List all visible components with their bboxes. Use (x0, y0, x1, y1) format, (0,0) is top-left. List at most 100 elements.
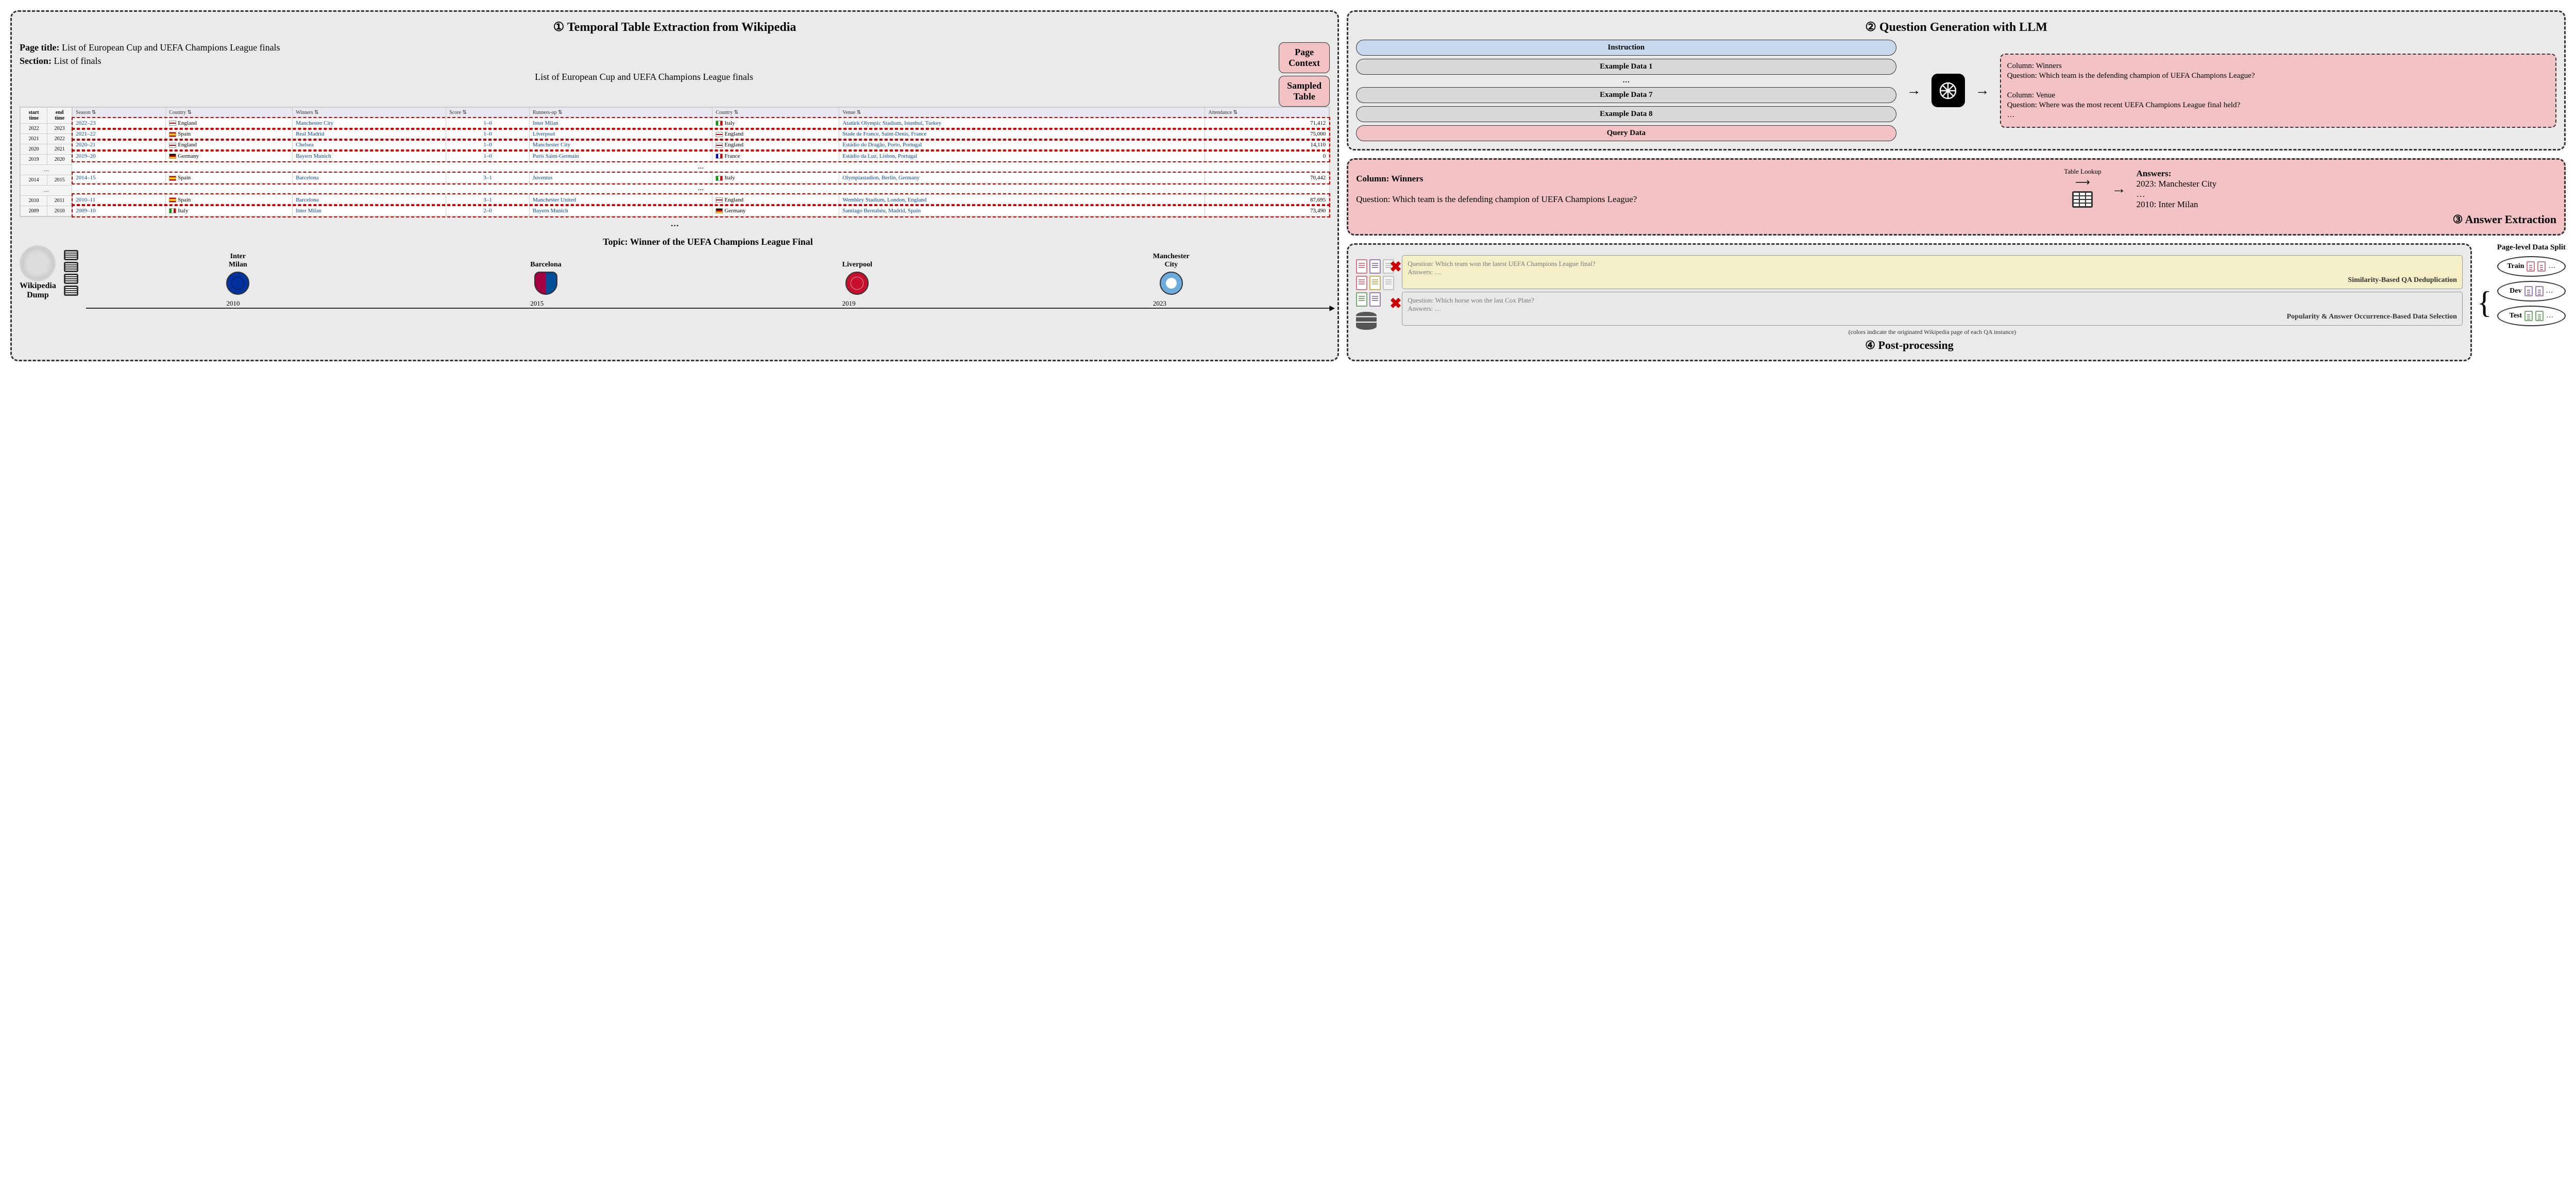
prompt-stack: Instruction Example Data 1 … Example Dat… (1356, 40, 1896, 141)
answer-2: 2010: Inter Milan (2137, 199, 2556, 210)
output-question-2: Question: Where was the most recent UEFA… (2007, 101, 2549, 110)
generation-output: Column: Winners Question: Which team is … (2000, 54, 2556, 128)
page-title-value: List of European Cup and UEFA Champions … (62, 42, 280, 53)
timeline-section: Topic: Winner of the UEFA Champions Leag… (86, 237, 1330, 309)
filter-1-answers: Answers: … (1408, 268, 1441, 276)
filter-section: ✖ Question: Which team won the latest UE… (1402, 253, 2463, 336)
x-icon: ✖ (1389, 258, 1401, 276)
wikipedia-globe-icon (20, 245, 56, 281)
ellipsis: … (2546, 312, 2553, 320)
document-icon (2524, 286, 2533, 296)
wiki-dump-label: Wikipedia Dump (20, 281, 56, 300)
document-icon (2537, 261, 2546, 272)
document-icon (1369, 259, 1381, 274)
panel-1-title: ① Temporal Table Extraction from Wikiped… (20, 20, 1330, 35)
x-icon: ✖ (1389, 295, 1401, 312)
timeline-item: Inter Milan2010 (226, 253, 249, 297)
output-column-1: Column: Winners (2007, 62, 2549, 71)
arrow-icon: → (1975, 82, 1990, 99)
th-end: end time (47, 108, 72, 124)
timeline-item: Manchester City2023 (1153, 253, 1190, 297)
document-icon (2535, 311, 2544, 321)
database-icon (1356, 312, 1377, 330)
document-icon (1383, 276, 1394, 290)
panel-3-left: Column: Winners Question: Which team is … (1356, 174, 2054, 205)
page-context-box: Page Context (1279, 42, 1330, 73)
ellipsis: … (1356, 77, 1896, 85)
openai-logo-icon (1931, 74, 1965, 107)
lookup-section: Table Lookup ⟶ (2064, 167, 2101, 210)
filter-1-label: Similarity-Based QA Deduplication (1408, 276, 2457, 284)
th-start: start time (21, 108, 47, 124)
data-splits: Page-level Data Split Train … Dev … Test (2497, 243, 2566, 361)
club-badge-icon (845, 272, 869, 295)
timeline-item: Liverpool2019 (842, 261, 872, 297)
club-badge-icon (226, 272, 249, 295)
filter-similarity: ✖ Question: Which team won the latest UE… (1402, 255, 2463, 289)
document-icon (2524, 311, 2533, 321)
panel-2-question-generation: ② Question Generation with LLM Instructi… (1347, 10, 2566, 150)
table-icon (2072, 191, 2093, 208)
table-header: Country ⇅ (166, 108, 293, 118)
panel-4-row: ✖ Question: Which team won the latest UE… (1347, 243, 2566, 361)
sampled-table-box: Sampled Table (1279, 76, 1330, 107)
table-row: 2020–21EnglandChelsea1–0Manchester CityE… (73, 140, 1329, 150)
club-badge-icon (534, 272, 557, 295)
split-train: Train … (2497, 256, 2566, 277)
filter-2-label: Popularity & Answer Occurrence-Based Dat… (1408, 313, 2457, 321)
table-header: Venue ⇅ (839, 108, 1205, 118)
table-header: Season ⇅ (73, 108, 166, 118)
arrow-icon: ⟶ (2064, 176, 2101, 189)
document-icon (1356, 292, 1367, 307)
table-row: 2010–11SpainBarcelona3–1Manchester Unite… (73, 194, 1329, 205)
output-more: … (2007, 111, 2549, 120)
table-icons-stack (64, 250, 78, 296)
ellipsis: … (2548, 262, 2555, 271)
filter-popularity: ✖ Question: Which horse won the last Cox… (1402, 292, 2463, 326)
filter-2-answers: Answers: … (1408, 305, 1441, 312)
timeline-item: Barcelona2015 (530, 261, 561, 297)
table-icon (64, 274, 78, 284)
panel-3-answer-extraction: Column: Winners Question: Which team is … (1347, 158, 2566, 236)
filter-2-question: Question: Which horse won the last Cox P… (1408, 296, 1534, 304)
panel-4-content: ✖ Question: Which team won the latest UE… (1356, 253, 2463, 336)
split-label: Page-level Data Split (2497, 243, 2566, 252)
club-badge-icon (1160, 272, 1183, 295)
panel-3-answers: Answers: 2023: Manchester City … 2010: I… (2137, 169, 2556, 210)
table-icon (64, 286, 78, 296)
table-header: Runners-up ⇅ (529, 108, 712, 118)
table-caption: List of European Cup and UEFA Champions … (20, 72, 1268, 82)
output-question-1: Question: Which team is the defending ch… (2007, 72, 2549, 80)
section-row: Section: List of finals (20, 56, 1268, 66)
bottom-row: Wikipedia Dump Topic: Winner of the UEFA… (20, 237, 1330, 309)
arrow-icon: → (1907, 82, 1921, 99)
document-cluster (1356, 259, 1394, 307)
table-row: 2021–22SpainReal Madrid1–0LiverpoolEngla… (73, 129, 1329, 140)
filter-1-question: Question: Which team won the latest UEFA… (1408, 260, 1596, 267)
split-name: Dev (2510, 287, 2521, 295)
wiki-table: start timeend time 202220232021202220202… (20, 107, 1330, 217)
generation-row: Instruction Example Data 1 … Example Dat… (1356, 40, 2556, 141)
panel-2-title: ② Question Generation with LLM (1356, 20, 2556, 35)
split-test: Test … (2497, 306, 2566, 326)
footnote: (colors indicate the originated Wikipedi… (1402, 328, 2463, 336)
topic-title: Topic: Winner of the UEFA Champions Leag… (86, 237, 1330, 247)
table-row: 2014–15SpainBarcelona3–1JuventusItalyOly… (73, 173, 1329, 183)
document-icon (2527, 261, 2535, 272)
context-row: Page title: List of European Cup and UEF… (20, 40, 1330, 107)
table-header: Score ⇅ (446, 108, 530, 118)
ellipsis: … (20, 220, 1330, 229)
example-box-8: Example Data 8 (1356, 106, 1896, 122)
section-value: List of finals (54, 56, 101, 66)
doc-db-column (1356, 259, 1394, 330)
table-row: 2022–23EnglandManchester City1–0Inter Mi… (73, 118, 1329, 129)
diagram-container: ① Temporal Table Extraction from Wikiped… (10, 10, 2566, 361)
answer-more: … (2137, 189, 2556, 199)
document-icon (2535, 286, 2544, 296)
lookup-label: Table Lookup (2064, 167, 2101, 176)
split-name: Train (2507, 262, 2524, 271)
context-boxes: Page Context Sampled Table (1274, 42, 1330, 107)
table-header: Attendance ⇅ (1205, 108, 1329, 118)
page-title-label: Page title: (20, 42, 59, 53)
table-header: Country ⇅ (713, 108, 839, 118)
